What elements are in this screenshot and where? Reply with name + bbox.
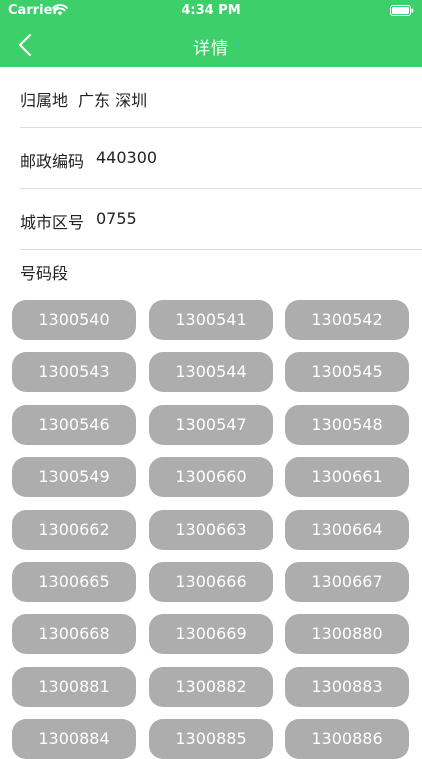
segment-button[interactable]: 1300665: [12, 562, 136, 602]
detail-label: 邮政编码: [20, 152, 85, 171]
segment-button[interactable]: 1300544: [149, 352, 273, 392]
segment-button[interactable]: 1300882: [149, 667, 273, 707]
segment-button[interactable]: 1300666: [149, 562, 273, 602]
detail-label: 归属地: [20, 91, 69, 110]
segment-button[interactable]: 1300549: [12, 457, 136, 497]
segment-button[interactable]: 1300884: [12, 719, 136, 759]
detail-row-postcode: 邮政编码 440300: [20, 128, 422, 189]
detail-value: 广东 深圳: [78, 91, 148, 110]
segment-button[interactable]: 1300886: [285, 719, 409, 759]
segments-section-title: 号码段: [20, 264, 69, 283]
segment-button[interactable]: 1300542: [285, 300, 409, 340]
segment-button[interactable]: 1300664: [285, 510, 409, 550]
segment-button[interactable]: 1300546: [12, 405, 136, 445]
segment-button[interactable]: 1300885: [149, 719, 273, 759]
detail-value: 0755: [96, 209, 137, 228]
segment-button[interactable]: 1300541: [149, 300, 273, 340]
segment-button[interactable]: 1300660: [149, 457, 273, 497]
segment-button[interactable]: 1300880: [285, 614, 409, 654]
segment-button[interactable]: 1300548: [285, 405, 409, 445]
battery-icon: [390, 5, 414, 16]
segment-button[interactable]: 1300881: [12, 667, 136, 707]
segment-button[interactable]: 1300662: [12, 510, 136, 550]
segment-button[interactable]: 1300543: [12, 352, 136, 392]
segment-button[interactable]: 1300669: [149, 614, 273, 654]
segment-button[interactable]: 1300663: [149, 510, 273, 550]
segment-button[interactable]: 1300545: [285, 352, 409, 392]
segment-button[interactable]: 1300540: [12, 300, 136, 340]
status-bar: Carrier 4:34 PM: [0, 0, 422, 22]
app-header: Carrier 4:34 PM 详情: [0, 0, 422, 67]
page-title: 详情: [193, 39, 229, 59]
detail-label: 城市区号: [20, 213, 85, 232]
detail-row-area-code: 城市区号 0755: [20, 189, 422, 250]
navigation-bar: 详情: [0, 22, 422, 67]
segment-button[interactable]: 1300883: [285, 667, 409, 707]
detail-value: 440300: [96, 148, 158, 167]
segment-button[interactable]: 1300547: [149, 405, 273, 445]
segment-button[interactable]: 1300668: [12, 614, 136, 654]
segment-button[interactable]: 1300661: [285, 457, 409, 497]
status-time: 4:34 PM: [181, 3, 241, 18]
detail-row-location: 归属地 广东 深圳: [20, 67, 422, 128]
segment-button[interactable]: 1300667: [285, 562, 409, 602]
